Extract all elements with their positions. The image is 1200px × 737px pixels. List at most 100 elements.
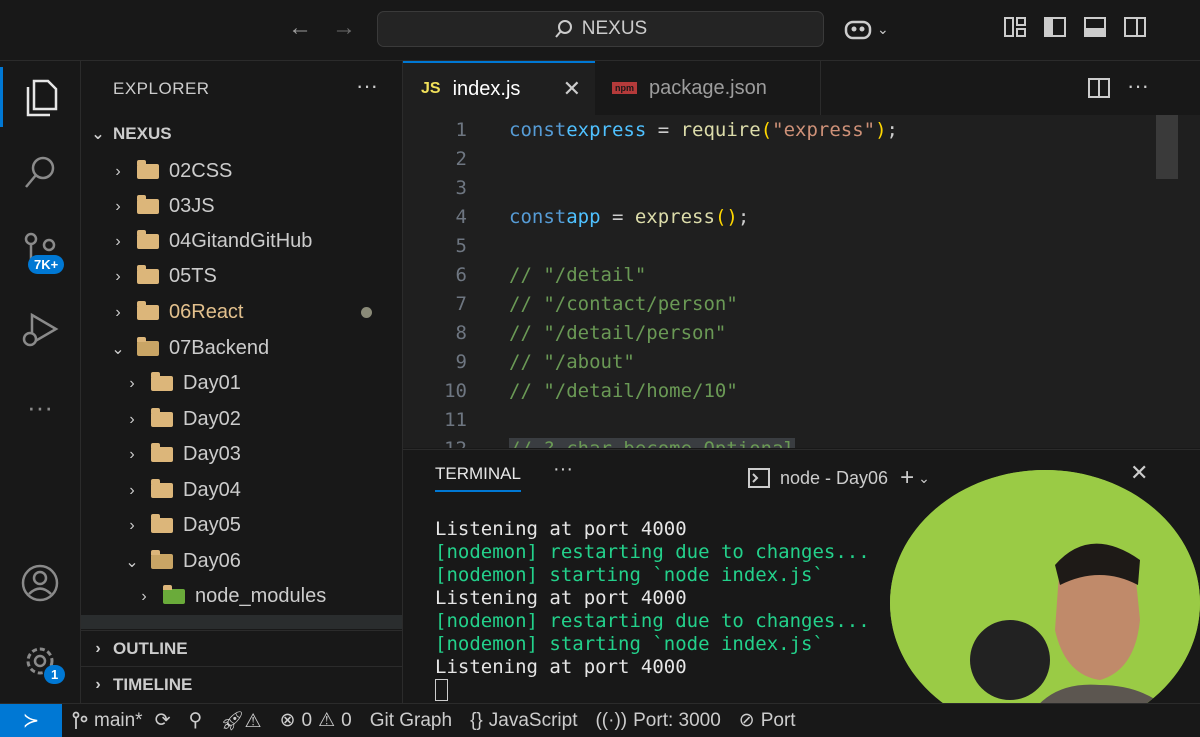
search-icon: [25, 156, 55, 188]
outline-section[interactable]: › OUTLINE: [81, 630, 402, 666]
back-arrow-icon[interactable]: ←: [288, 14, 312, 42]
tree-item-label: Day01: [183, 372, 241, 394]
port-status[interactable]: ((·)) Port: 3000: [595, 710, 720, 732]
tree-item-node-modules[interactable]: › node_modules: [81, 579, 402, 614]
tree-item-label: 03JS: [169, 195, 215, 217]
folder-icon: [151, 514, 173, 533]
code-line-1: 1 const express = require("express");: [403, 115, 1153, 144]
workspace-root[interactable]: ⌄ NEXUS: [81, 119, 402, 149]
terminal-output-line: [nodemon] starting `node index.js`: [435, 564, 824, 586]
line-number: 9: [455, 350, 467, 373]
tree-item-07backend[interactable]: ⌄ 07Backend: [81, 331, 402, 366]
copilot-menu[interactable]: ⌄: [843, 16, 889, 42]
live-server-status[interactable]: ⊘ Port: [739, 709, 796, 732]
rocket-icon[interactable]: 🚀︎⚠: [220, 709, 261, 733]
circle-slash-icon: ⊘: [738, 710, 755, 731]
toggle-secondary-sidebar-icon[interactable]: [1123, 16, 1147, 38]
code-comment: // "/detail/person": [509, 321, 727, 344]
tree-item-day05[interactable]: › Day05: [81, 508, 402, 543]
tree-item-day06[interactable]: ⌄ Day06: [81, 544, 402, 579]
tab-terminal[interactable]: TERMINAL: [435, 464, 521, 492]
language-status[interactable]: {} JavaScript: [470, 710, 577, 732]
git-compare-icon[interactable]: ⚲: [189, 709, 203, 732]
tree-item-day04[interactable]: › Day04: [81, 473, 402, 508]
editor-tabs: JS index.js ✕ npm package.json ···: [403, 61, 1200, 116]
toggle-panel-icon[interactable]: [1083, 16, 1107, 38]
run-debug-icon: [22, 312, 59, 347]
git-graph-button[interactable]: Git Graph: [370, 710, 452, 732]
title-bar: ← → NEXUS ⌄: [0, 0, 1200, 61]
tree-item-04gitandgithub[interactable]: › 04GitandGitHub: [81, 224, 402, 259]
chevron-down-icon: ⌄: [91, 126, 105, 143]
terminal-instance[interactable]: node - Day06 + ⌄: [748, 464, 930, 492]
presenter-video: [890, 470, 1200, 736]
branch-status[interactable]: main* ⟳: [72, 709, 171, 732]
more-views-icon[interactable]: ···: [0, 377, 80, 437]
chevron-down-icon: ⌄: [111, 340, 125, 358]
chevron-right-icon: ›: [95, 675, 101, 693]
terminal-cursor[interactable]: [435, 679, 448, 701]
editor-more-actions-icon[interactable]: ···: [1127, 73, 1149, 99]
sync-icon[interactable]: ⟳: [155, 709, 171, 732]
tree-item-partial-row: [81, 615, 402, 629]
run-debug-activity[interactable]: [0, 299, 80, 359]
tab-index-js[interactable]: JS index.js ✕: [403, 61, 595, 115]
folder-icon: [151, 479, 173, 498]
close-panel-icon[interactable]: ✕: [1130, 460, 1148, 486]
panel-more-icon[interactable]: ···: [553, 458, 573, 481]
search-activity[interactable]: [0, 143, 80, 203]
command-center-search[interactable]: NEXUS: [377, 11, 824, 47]
accounts-activity[interactable]: [0, 553, 80, 613]
manage-activity[interactable]: 1: [0, 631, 80, 691]
tree-item-03js[interactable]: › 03JS: [81, 189, 402, 224]
code-line-5: 5: [403, 231, 1153, 260]
code-line-10: 10 // "/detail/home/10": [403, 376, 1153, 405]
chevron-right-icon: ›: [115, 303, 121, 321]
remote-indicator[interactable]: ≻: [0, 704, 62, 737]
terminal-output-line: Listening at port 4000: [435, 518, 687, 540]
line-number: 4: [455, 205, 467, 228]
more-actions-icon[interactable]: ···: [356, 73, 378, 99]
tree-item-label: Day04: [183, 479, 241, 501]
editor-scrollbar[interactable]: [1156, 115, 1178, 179]
terminal-icon: [748, 468, 770, 488]
source-control-activity[interactable]: 7K+: [0, 221, 80, 281]
chevron-right-icon: ›: [129, 516, 135, 534]
tree-item-05ts[interactable]: › 05TS: [81, 259, 402, 294]
workspace-name: NEXUS: [581, 18, 648, 39]
split-editor-icon[interactable]: [1087, 77, 1111, 99]
chevron-right-icon: ›: [115, 197, 121, 215]
line-number: 10: [444, 379, 467, 402]
line-number: 6: [455, 263, 467, 286]
plus-icon[interactable]: +: [900, 464, 914, 492]
terminal-output-line: [nodemon] restarting due to changes...: [435, 541, 870, 563]
tree-item-day02[interactable]: › Day02: [81, 402, 402, 437]
chevron-down-icon[interactable]: ⌄: [918, 470, 930, 487]
timeline-section[interactable]: › TIMELINE: [81, 666, 402, 702]
code-line-7: 7 // "/contact/person": [403, 289, 1153, 318]
search-icon: [554, 20, 572, 38]
node-folder-icon: [163, 585, 185, 604]
close-icon[interactable]: ✕: [563, 76, 581, 102]
chevron-right-icon: ›: [115, 232, 121, 250]
customize-layout-icon[interactable]: [1003, 16, 1027, 38]
tab-package-json[interactable]: npm package.json: [596, 61, 821, 115]
toggle-primary-sidebar-icon[interactable]: [1043, 16, 1067, 38]
forward-arrow-icon[interactable]: →: [332, 14, 356, 42]
tree-item-day01[interactable]: › Day01: [81, 366, 402, 401]
sidebar-title: EXPLORER: [113, 79, 210, 98]
chevron-right-icon: ›: [141, 587, 147, 605]
account-icon: [21, 564, 59, 602]
tree-item-02css[interactable]: › 02CSS: [81, 154, 402, 189]
tree-item-day03[interactable]: › Day03: [81, 437, 402, 472]
problems-status[interactable]: ⊗ 0 ⚠ 0: [280, 709, 352, 732]
language-label: JavaScript: [488, 709, 578, 731]
tree-item-label: Day06: [183, 550, 241, 572]
git-branch-icon: [72, 711, 88, 729]
terminal-output-line: [nodemon] starting `node index.js`: [435, 633, 824, 655]
code-editor[interactable]: 1 const express = require("express"); 2 3…: [403, 115, 1200, 448]
folder-open-icon: [137, 337, 159, 356]
terminal-output-line: Listening at port 4000: [435, 587, 687, 609]
tree-item-06react[interactable]: › 06React: [81, 295, 402, 330]
explorer-activity[interactable]: [0, 67, 80, 127]
